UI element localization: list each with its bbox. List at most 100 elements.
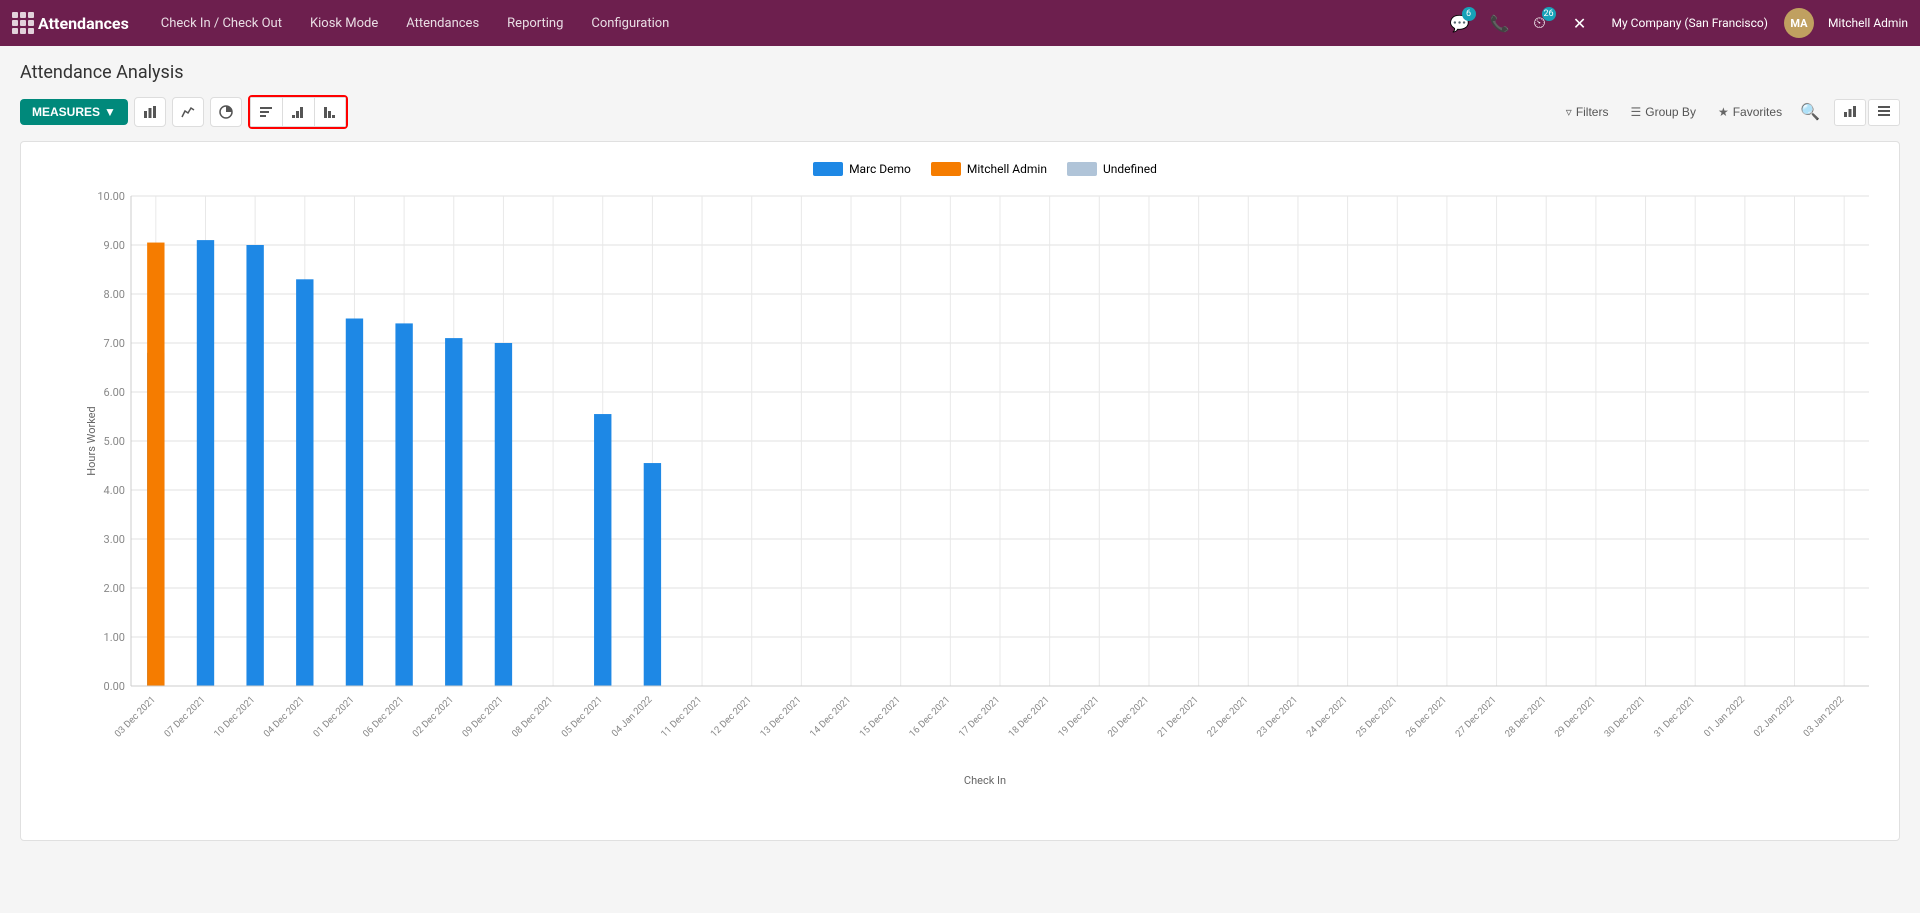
chart-container: Marc Demo Mitchell Admin Undefined 0.00 1… — [20, 141, 1900, 841]
svg-text:06 Dec 2021: 06 Dec 2021 — [361, 694, 406, 739]
chart-view-icon — [1843, 104, 1857, 118]
svg-text:30 Dec 2021: 30 Dec 2021 — [1602, 694, 1647, 739]
svg-text:08 Dec 2021: 08 Dec 2021 — [510, 694, 555, 739]
phone-icon[interactable]: 📞 — [1484, 7, 1516, 39]
company-name: My Company (San Francisco) — [1612, 16, 1768, 30]
svg-text:09 Dec 2021: 09 Dec 2021 — [460, 694, 505, 739]
svg-text:03 Dec 2021: 03 Dec 2021 — [113, 694, 158, 739]
svg-text:28 Dec 2021: 28 Dec 2021 — [1503, 694, 1548, 739]
view-toggle — [1834, 99, 1900, 126]
svg-text:15 Dec 2021: 15 Dec 2021 — [858, 694, 903, 739]
pie-chart-icon — [219, 105, 233, 119]
svg-text:22 Dec 2021: 22 Dec 2021 — [1205, 694, 1250, 739]
svg-text:31 Dec 2021: 31 Dec 2021 — [1652, 694, 1697, 739]
svg-text:10 Dec 2021: 10 Dec 2021 — [212, 694, 257, 739]
navbar: Attendances Check In / Check Out Kiosk M… — [0, 0, 1920, 46]
nav-icons: 💬 6 📞 ⏲ 26 ✕ My Company (San Francisco) … — [1444, 7, 1908, 39]
svg-text:01 Dec 2021: 01 Dec 2021 — [311, 694, 356, 739]
groupby-button[interactable]: ☰ Group By — [1622, 101, 1703, 123]
svg-text:25 Dec 2021: 25 Dec 2021 — [1354, 694, 1399, 739]
avatar[interactable]: MA — [1784, 8, 1814, 38]
pie-chart-button[interactable] — [210, 97, 242, 127]
svg-text:23 Dec 2021: 23 Dec 2021 — [1255, 694, 1300, 739]
svg-text:8.00: 8.00 — [104, 288, 125, 301]
legend-undefined: Undefined — [1067, 162, 1157, 176]
messages-icon[interactable]: 💬 6 — [1444, 7, 1476, 39]
filters-button[interactable]: ▿ Filters — [1558, 101, 1617, 123]
bar-chart-svg: 0.001.002.003.004.005.006.007.008.009.00… — [81, 186, 1889, 766]
nav-configuration[interactable]: Configuration — [579, 0, 681, 46]
page-title: Attendance Analysis — [20, 62, 1900, 83]
legend-mitchell-admin-color — [931, 162, 961, 176]
nav-checkin-checkout[interactable]: Check In / Check Out — [149, 0, 294, 46]
svg-text:21 Dec 2021: 21 Dec 2021 — [1155, 694, 1200, 739]
sort-default-icon — [259, 105, 273, 119]
line-chart-icon — [181, 105, 195, 119]
bar-chart-button[interactable] — [134, 97, 166, 127]
svg-text:19 Dec 2021: 19 Dec 2021 — [1056, 694, 1101, 739]
sort-desc-button[interactable] — [314, 97, 346, 127]
bar-chart-icon — [143, 105, 157, 119]
svg-text:9.00: 9.00 — [104, 239, 125, 252]
search-button[interactable]: 🔍 — [1800, 102, 1820, 122]
apps-icon[interactable] — [12, 12, 34, 34]
app-title: Attendances — [38, 14, 129, 33]
svg-text:Hours Worked: Hours Worked — [85, 406, 98, 475]
app-brand: Attendances — [38, 14, 129, 33]
main-content: Attendance Analysis MEASURES ▼ — [0, 46, 1920, 913]
sort-asc-button[interactable] — [282, 97, 314, 127]
messages-badge: 6 — [1462, 7, 1476, 21]
svg-text:3.00: 3.00 — [104, 533, 125, 546]
legend-marc-demo-label: Marc Demo — [849, 162, 911, 176]
chart-legend: Marc Demo Mitchell Admin Undefined — [81, 162, 1889, 176]
chart-view-button[interactable] — [1834, 99, 1866, 126]
close-icon[interactable]: ✕ — [1564, 7, 1596, 39]
legend-mitchell-admin-label: Mitchell Admin — [967, 162, 1047, 176]
svg-text:18 Dec 2021: 18 Dec 2021 — [1007, 694, 1052, 739]
svg-text:4.00: 4.00 — [104, 484, 125, 497]
svg-text:04 Dec 2021: 04 Dec 2021 — [262, 694, 307, 739]
list-view-icon — [1877, 104, 1891, 118]
svg-text:02 Jan 2022: 02 Jan 2022 — [1752, 694, 1797, 739]
svg-text:12 Dec 2021: 12 Dec 2021 — [709, 694, 754, 739]
measures-button[interactable]: MEASURES ▼ — [20, 99, 128, 125]
svg-text:24 Dec 2021: 24 Dec 2021 — [1304, 694, 1349, 739]
nav-reporting[interactable]: Reporting — [495, 0, 575, 46]
list-view-button[interactable] — [1868, 99, 1900, 126]
legend-marc-demo: Marc Demo — [813, 162, 911, 176]
toolbar: MEASURES ▼ — [20, 95, 1900, 129]
svg-text:13 Dec 2021: 13 Dec 2021 — [758, 694, 803, 739]
sort-buttons-group — [248, 95, 348, 129]
nav-attendances[interactable]: Attendances — [394, 0, 491, 46]
line-chart-button[interactable] — [172, 97, 204, 127]
svg-text:5.00: 5.00 — [104, 435, 125, 448]
svg-text:27 Dec 2021: 27 Dec 2021 — [1453, 694, 1498, 739]
sort-asc-icon — [291, 105, 305, 119]
favorites-button[interactable]: ★ Favorites — [1710, 101, 1790, 123]
svg-text:7.00: 7.00 — [104, 337, 125, 350]
svg-text:01 Jan 2022: 01 Jan 2022 — [1702, 694, 1747, 739]
nav-kiosk-mode[interactable]: Kiosk Mode — [298, 0, 390, 46]
legend-undefined-color — [1067, 162, 1097, 176]
svg-text:04 Jan 2022: 04 Jan 2022 — [610, 694, 655, 739]
sort-desc-icon — [323, 105, 337, 119]
svg-text:10.00: 10.00 — [97, 190, 125, 203]
svg-text:16 Dec 2021: 16 Dec 2021 — [907, 694, 952, 739]
svg-text:03 Jan 2022: 03 Jan 2022 — [1801, 694, 1846, 739]
x-axis-label: Check In — [81, 774, 1889, 787]
user-name: Mitchell Admin — [1828, 16, 1908, 30]
activity-icon[interactable]: ⏲ 26 — [1524, 7, 1556, 39]
svg-text:02 Dec 2021: 02 Dec 2021 — [411, 694, 456, 739]
svg-text:17 Dec 2021: 17 Dec 2021 — [957, 694, 1002, 739]
svg-text:07 Dec 2021: 07 Dec 2021 — [162, 694, 207, 739]
sort-default-button[interactable] — [250, 97, 282, 127]
svg-text:0.00: 0.00 — [104, 680, 125, 693]
svg-text:6.00: 6.00 — [104, 386, 125, 399]
legend-mitchell-admin: Mitchell Admin — [931, 162, 1047, 176]
svg-text:05 Dec 2021: 05 Dec 2021 — [560, 694, 605, 739]
svg-text:11 Dec 2021: 11 Dec 2021 — [659, 694, 704, 739]
svg-text:2.00: 2.00 — [104, 582, 125, 595]
svg-text:20 Dec 2021: 20 Dec 2021 — [1106, 694, 1151, 739]
legend-undefined-label: Undefined — [1103, 162, 1157, 176]
legend-marc-demo-color — [813, 162, 843, 176]
